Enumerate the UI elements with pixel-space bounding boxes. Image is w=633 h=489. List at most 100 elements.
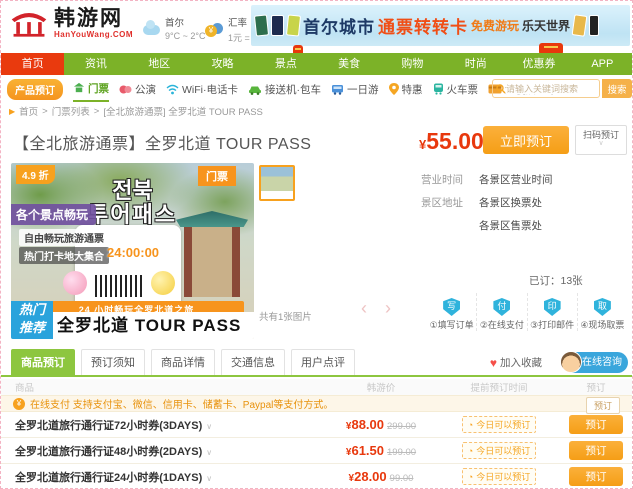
product-info: 营业时间 各景区营业时间 景区地址 各景区换票处 各景区售票处 bbox=[421, 169, 553, 238]
expand-chevron-icon[interactable]: ∨ bbox=[206, 474, 212, 483]
ad-card-icon bbox=[271, 15, 284, 36]
masks-icon bbox=[119, 85, 132, 93]
image-big-title: 全罗北道 TOUR PASS bbox=[57, 316, 242, 335]
breadcrumb-ticket-list[interactable]: 门票列表 bbox=[52, 104, 90, 118]
tab-details[interactable]: 商品详情 bbox=[151, 349, 215, 375]
info-row: 营业时间 各景区营业时间 bbox=[421, 174, 553, 186]
product-image[interactable]: 전북 투어패스 各个景点畅玩 自由畅玩旅游通票 热门打卡地大集合 24:00:0… bbox=[11, 163, 254, 339]
breadcrumb: ▶ 首页 > 门票列表 > [全北旅游通票] 全罗北道 TOUR PASS bbox=[9, 104, 263, 119]
book-now-button[interactable]: 立即预订 bbox=[483, 126, 569, 154]
chevron-down-icon: ∨ bbox=[598, 140, 604, 147]
table-row: 全罗北道旅行通行证24小时券(1DAYS) ∨ ¥28.00 99.00 ◔ 今日可以… bbox=[1, 464, 632, 488]
page: 韩游网 HanYouWang.COM 首尔 9°C ~ 2°C 汇率 1元 = … bbox=[0, 0, 633, 489]
deal-pin-icon bbox=[388, 83, 399, 95]
tab-reviews[interactable]: 用户点评 bbox=[291, 349, 355, 375]
clock-icon: ◔ bbox=[467, 471, 474, 482]
price-cell: ¥28.00 99.00 bbox=[348, 468, 414, 484]
nav-item-coupons[interactable]: 优惠券 bbox=[507, 53, 570, 75]
booked-count: 已订：13张 bbox=[529, 275, 583, 287]
subnav-item-deals[interactable]: 特惠 bbox=[388, 76, 423, 102]
ad-text-4: 乐天世界 bbox=[522, 19, 571, 33]
photo-count: 共有1张图片 bbox=[259, 312, 312, 323]
nav-item-app[interactable]: APP bbox=[571, 53, 632, 75]
table-row: 全罗北道旅行通行证48小时券(2DAYS) ∨ ¥61.50 199.00 ◔ 今日可… bbox=[1, 438, 632, 464]
nav-item-home[interactable]: 首页 bbox=[1, 53, 65, 75]
gate-logo-icon bbox=[11, 13, 47, 37]
subnav-item-shows[interactable]: 公演 bbox=[119, 76, 156, 102]
ticket-type-badge: 门票 bbox=[198, 166, 236, 186]
nav-item-guides[interactable]: 攻略 bbox=[191, 53, 254, 75]
subnav-item-transfer[interactable]: 接送机·包车 bbox=[248, 76, 321, 102]
product-header: 【全北旅游通票】全罗北道 TOUR PASS ¥55.00起 立即预订 扫码预订… bbox=[1, 118, 632, 162]
heart-icon: ♥ bbox=[489, 355, 497, 370]
step-fill-order: 写 ①填写订单 bbox=[427, 293, 476, 331]
info-row: 各景区售票处 bbox=[479, 220, 542, 232]
pay-coin-icon: ¥ bbox=[13, 397, 25, 410]
row-book-button[interactable]: 预订 bbox=[569, 415, 623, 434]
clock-icon: ◔ bbox=[467, 419, 474, 430]
search-button[interactable]: 搜索 bbox=[602, 79, 632, 98]
expand-chevron-icon[interactable]: ∨ bbox=[206, 422, 212, 431]
table-row: 全罗北道旅行通行证72小时券(3DAYS) ∨ ¥88.00 299.00 ◔ 今日可… bbox=[1, 412, 632, 438]
subnav-item-wifi[interactable]: WiFi·电话卡 bbox=[166, 76, 238, 102]
weather-city: 首尔 bbox=[165, 18, 185, 29]
image-line1: 自由畅玩旅游通票 bbox=[19, 229, 109, 246]
bus-icon bbox=[332, 84, 343, 95]
ad-card-icon bbox=[571, 14, 588, 37]
tab-transport[interactable]: 交通信息 bbox=[221, 349, 285, 375]
wifi-icon bbox=[166, 84, 179, 94]
ad-card-icon bbox=[253, 14, 270, 37]
subnav-item-daytour[interactable]: 一日游 bbox=[331, 76, 379, 102]
print-shield-icon: 印 bbox=[543, 298, 561, 316]
qr-book-button[interactable]: 扫码预订 ∨ bbox=[575, 125, 627, 155]
product-name: 全罗北道旅行通行证24小时券(1DAYS) ∨ bbox=[15, 471, 213, 484]
nav-item-food[interactable]: 美食 bbox=[317, 53, 380, 75]
top-bar: 韩游网 HanYouWang.COM 首尔 9°C ~ 2°C 汇率 1元 = … bbox=[1, 1, 632, 57]
payment-notice: ¥ 在线支付 支持支付宝、微信、信用卡、储蓄卡、Paypal等支付方式。 预订 bbox=[1, 395, 632, 414]
breadcrumb-arrow-icon: ▶ bbox=[9, 106, 16, 116]
row-book-button[interactable]: 预订 bbox=[569, 467, 623, 486]
search-input[interactable] bbox=[506, 83, 594, 94]
search-icon bbox=[496, 83, 506, 93]
table-header: 商品 韩游价 提前预订时间 预订 bbox=[1, 379, 632, 395]
pay-shield-icon: 付 bbox=[493, 298, 511, 316]
booking-steps: 写 ①填写订单 付 ②在线支付 印 ③打印邮件 取 ④现场取票 bbox=[427, 293, 627, 331]
image-thumbnail[interactable] bbox=[259, 165, 295, 201]
online-consult-button[interactable]: 在线咨询 bbox=[560, 351, 628, 373]
ad-card-icon bbox=[589, 15, 600, 36]
subnav-item-train[interactable]: 火车票 bbox=[433, 76, 478, 102]
subnav-item-tickets[interactable]: 门票 bbox=[73, 76, 109, 102]
pickup-shield-icon: 取 bbox=[593, 298, 611, 316]
price-cell: ¥88.00 299.00 bbox=[345, 416, 417, 432]
add-favorite-button[interactable]: ♥ 加入收藏 bbox=[490, 355, 542, 370]
step-print-email: 印 ③打印邮件 bbox=[526, 293, 577, 331]
logo-text-en: HanYouWang.COM bbox=[54, 29, 133, 39]
tab-notes[interactable]: 预订须知 bbox=[81, 349, 145, 375]
nav-item-shopping[interactable]: 购物 bbox=[381, 53, 444, 75]
tab-bar: 商品预订 预订须知 商品详情 交通信息 用户点评 ♥ 加入收藏 在线咨询 bbox=[1, 349, 632, 377]
ad-text-1: 首尔城市 bbox=[303, 18, 375, 37]
next-image-arrow[interactable]: › bbox=[385, 299, 391, 317]
sub-nav: 产品预订 门票 公演 WiFi·电话卡 接送机·包车 一日游 特惠 火车票 请输… bbox=[1, 75, 632, 103]
nav-item-attractions[interactable]: 景点 bbox=[254, 53, 317, 75]
expand-chevron-icon[interactable]: ∨ bbox=[206, 448, 212, 457]
tab-booking[interactable]: 商品预订 bbox=[11, 349, 75, 375]
weather-widget: 首尔 9°C ~ 2°C bbox=[143, 15, 205, 41]
nav-item-fashion[interactable]: 时尚 bbox=[444, 53, 507, 75]
nav-item-region[interactable]: 地区 bbox=[128, 53, 191, 75]
ad-card-icon bbox=[285, 14, 302, 37]
ad-banner[interactable]: 首尔城市 通票转转卡 免费游玩 乐天世界 bbox=[251, 5, 630, 46]
write-shield-icon: 写 bbox=[443, 298, 461, 316]
product-booking-tag[interactable]: 产品预订 bbox=[7, 78, 63, 100]
breadcrumb-home[interactable]: 首页 bbox=[19, 104, 38, 118]
hot-recommend-badge: 热门 推荐 bbox=[11, 301, 53, 339]
site-logo[interactable]: 韩游网 HanYouWang.COM bbox=[9, 6, 133, 40]
mascot-yellow-icon bbox=[151, 271, 175, 295]
image-timer: 24:00:00 bbox=[107, 245, 160, 260]
prev-image-arrow[interactable]: ‹ bbox=[361, 299, 367, 317]
product-name: 全罗北道旅行通行证48小时券(2DAYS) ∨ bbox=[15, 445, 213, 458]
temple-icon bbox=[73, 82, 85, 93]
info-row: 景区地址 各景区换票处 bbox=[421, 197, 542, 209]
row-book-button[interactable]: 预订 bbox=[569, 441, 623, 460]
nav-item-news[interactable]: 资讯 bbox=[64, 53, 127, 75]
